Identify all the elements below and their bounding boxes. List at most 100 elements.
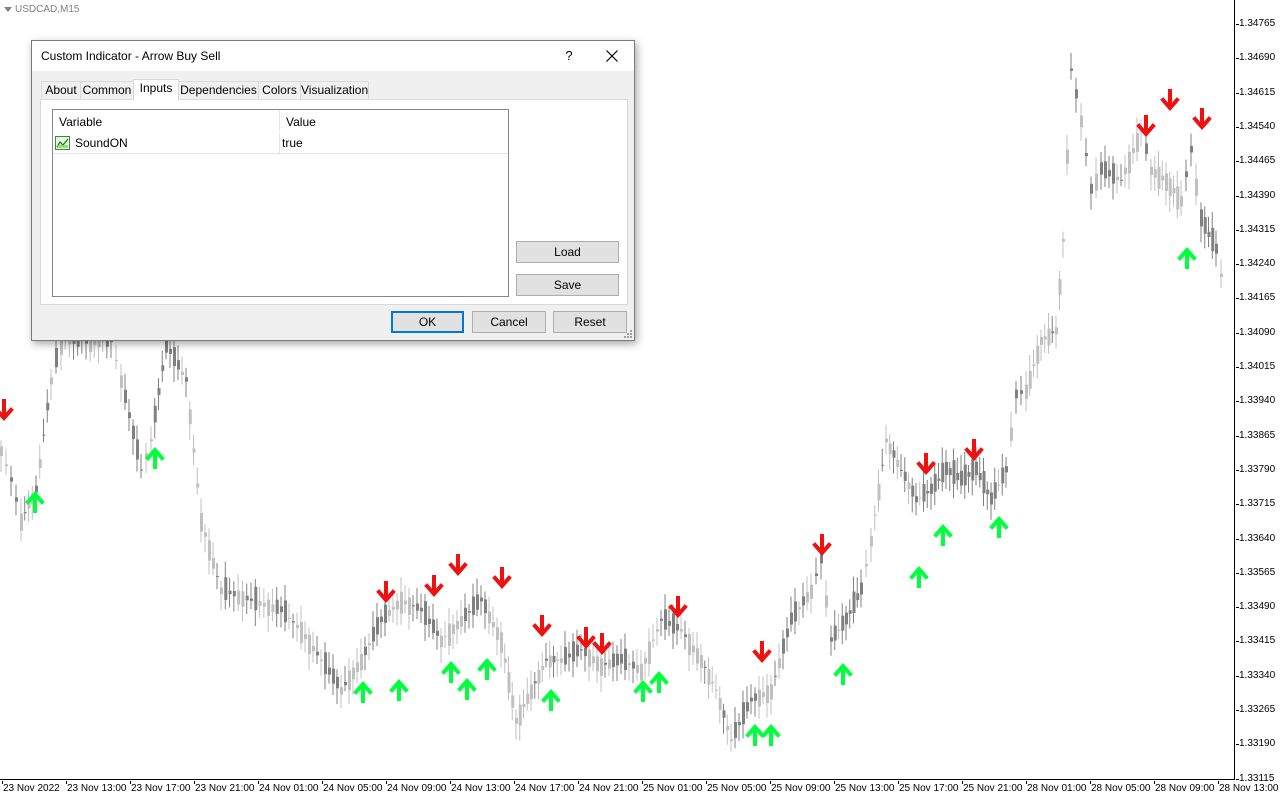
tab-about[interactable]: About — [41, 81, 81, 99]
candle-body — [1165, 173, 1168, 191]
candle-body — [1020, 390, 1023, 394]
dialog-titlebar[interactable]: Custom Indicator - Arrow Buy Sell ? — [32, 41, 634, 71]
price-label: 1.33715 — [1239, 498, 1276, 509]
save-button[interactable]: Save — [516, 274, 619, 296]
candle-body — [1136, 132, 1139, 152]
tab-inputs[interactable]: Inputs — [133, 79, 179, 100]
price-label: 1.33565 — [1239, 567, 1276, 578]
close-button[interactable] — [600, 41, 624, 71]
time-label: 25 Nov 09:00 — [771, 783, 831, 794]
candle-body — [472, 596, 475, 615]
candle-body — [758, 689, 761, 707]
candle-body — [185, 377, 188, 382]
candle-body — [952, 460, 956, 484]
price-label: 1.34240 — [1239, 258, 1276, 269]
candle-body — [956, 472, 960, 481]
candle-body — [484, 599, 487, 614]
candle-body — [1025, 384, 1028, 399]
candle-body — [181, 371, 184, 375]
candle-body — [1180, 196, 1183, 207]
candle-body — [500, 632, 503, 653]
candle-body — [696, 648, 699, 664]
candle-body — [169, 348, 172, 354]
candle-body — [208, 540, 211, 561]
candle-body — [5, 464, 8, 467]
candle-body — [782, 638, 785, 654]
time-label: 23 Nov 17:00 — [131, 783, 191, 794]
candle-body — [572, 641, 575, 662]
candle-body — [1168, 178, 1172, 197]
sell-arrow-icon — [448, 554, 468, 577]
load-button[interactable]: Load — [516, 241, 619, 263]
candle-body — [997, 484, 1001, 486]
tab-dependencies[interactable]: Dependencies — [178, 81, 259, 99]
candle-body — [560, 658, 563, 663]
candle-body — [1080, 115, 1083, 128]
price-label: 1.34465 — [1239, 155, 1276, 166]
time-label: 23 Nov 13:00 — [67, 783, 127, 794]
tab-visualization[interactable]: Visualization — [300, 81, 369, 99]
candle-body — [644, 657, 647, 664]
candle-body — [820, 554, 823, 564]
candle-body — [304, 634, 307, 640]
candle-body — [907, 482, 911, 489]
price-label: 1.34615 — [1239, 87, 1276, 98]
candle-body — [1145, 143, 1148, 154]
reset-button[interactable]: Reset — [553, 311, 627, 333]
candle-body — [684, 634, 687, 637]
candle-body — [870, 536, 873, 547]
candle-body — [404, 600, 407, 605]
candle-body — [420, 607, 423, 612]
candle-body — [700, 655, 703, 668]
candle-body — [856, 593, 860, 601]
candle-body — [845, 612, 848, 625]
tab-common[interactable]: Common — [80, 81, 134, 99]
candle-body — [692, 645, 695, 653]
candle-body — [518, 704, 522, 726]
candle-body — [336, 676, 339, 689]
candle-body — [786, 628, 789, 638]
candle-body — [730, 739, 733, 742]
buy-arrow-icon — [761, 723, 781, 746]
cancel-button[interactable]: Cancel — [472, 311, 546, 333]
price-label: 1.34765 — [1239, 18, 1276, 29]
time-axis[interactable]: 23 Nov 2022 23 Nov 13:00 23 Nov 17:00 23 No… — [0, 781, 1279, 800]
candle-body — [802, 596, 805, 606]
candle-body — [600, 658, 603, 676]
candle-body — [1161, 175, 1165, 181]
tab-colors[interactable]: Colors — [258, 81, 301, 99]
column-header-variable[interactable]: Variable — [53, 110, 279, 132]
buy-arrow-icon — [649, 670, 669, 693]
candle-body — [452, 624, 455, 635]
candle-body — [288, 617, 291, 619]
column-header-value[interactable]: Value — [280, 110, 508, 132]
symbol-timeframe-label: USDCAD,M15 — [4, 4, 79, 15]
candle-body — [124, 389, 127, 403]
candle-body — [312, 646, 315, 652]
candle-body — [530, 684, 533, 700]
help-button[interactable]: ? — [558, 41, 580, 71]
table-row[interactable]: SoundON true — [53, 133, 508, 154]
candle-body — [762, 692, 765, 697]
candle-body — [806, 592, 809, 603]
price-label: 1.34390 — [1239, 190, 1276, 201]
time-label: 25 Nov 17:00 — [899, 783, 959, 794]
candle-body — [833, 625, 837, 641]
buy-arrow-icon — [477, 657, 497, 680]
candle-body — [384, 604, 387, 623]
candle-body — [232, 590, 236, 597]
time-label: 24 Nov 09:00 — [387, 783, 447, 794]
ok-button[interactable]: OK — [391, 311, 464, 333]
inputs-grid[interactable]: Variable Value SoundON true — [52, 109, 509, 297]
price-axis[interactable]: 1.34765 1.34690 1.34615 1.34540 1.34465 1.343… — [1236, 0, 1280, 784]
sell-arrow-icon — [964, 439, 984, 462]
candle-body — [372, 626, 375, 642]
value-cell[interactable]: true — [282, 133, 303, 153]
resize-grip-icon[interactable] — [623, 329, 633, 339]
candle-body — [324, 652, 327, 675]
candle-body — [960, 470, 963, 486]
candle-body — [922, 483, 926, 502]
candle-body — [1195, 178, 1198, 196]
price-label: 1.33415 — [1239, 635, 1276, 646]
candle-body — [392, 607, 395, 610]
